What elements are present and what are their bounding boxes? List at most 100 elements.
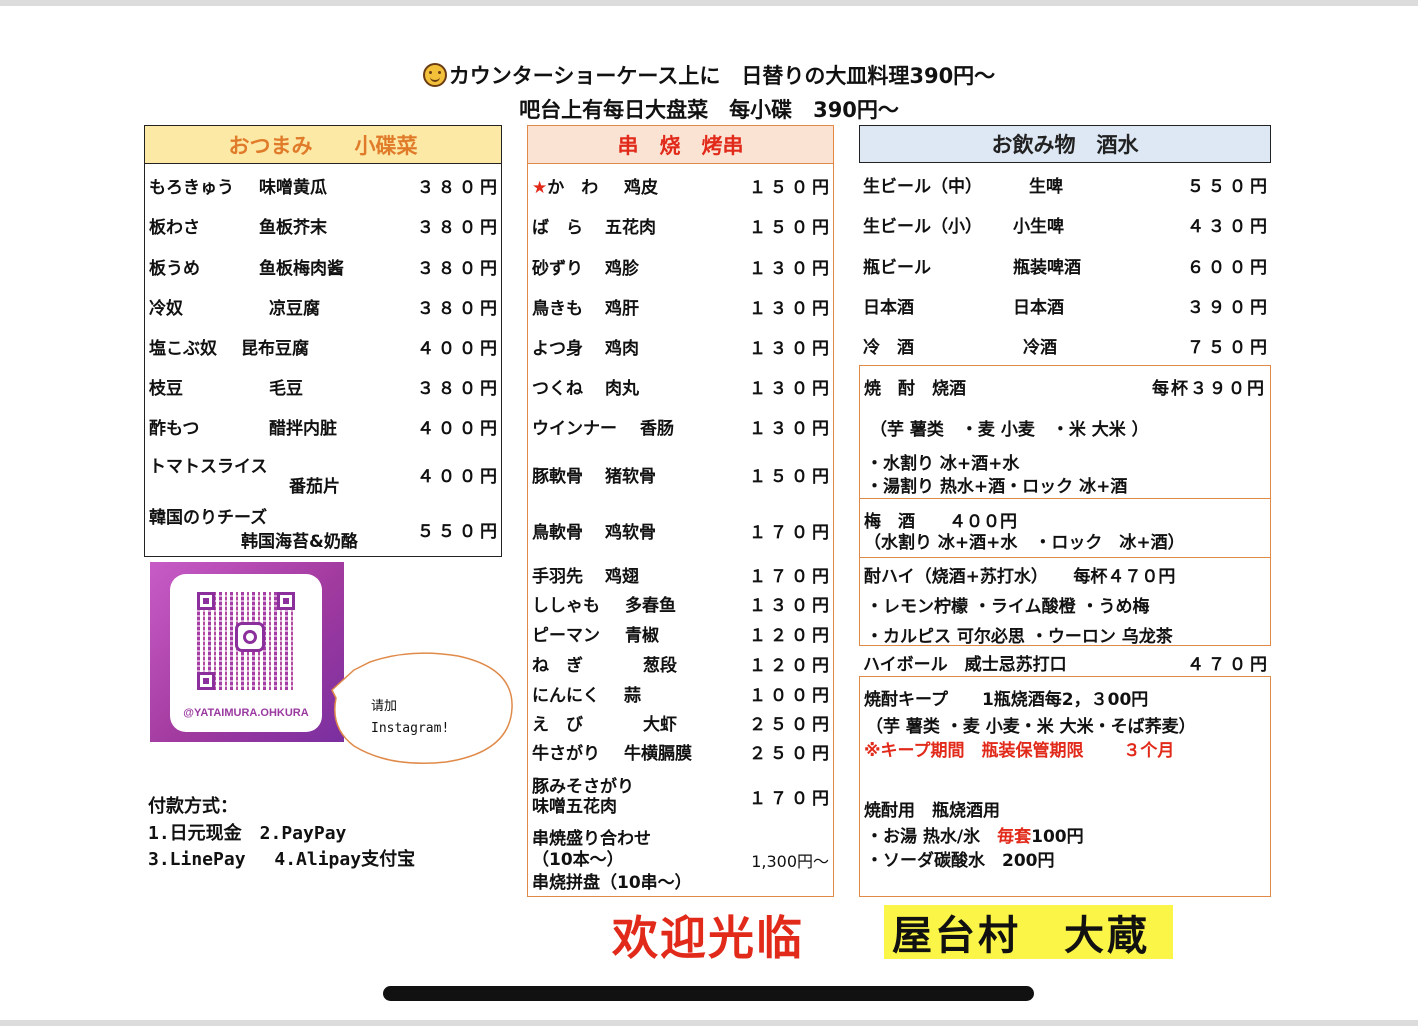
item-jp: 塩こぶ奴 — [149, 339, 217, 359]
bubble-text: 请加 Instagram! — [371, 696, 449, 740]
item-jp: にんにく — [532, 686, 600, 706]
item-cn: 葱段 — [643, 656, 677, 676]
item-cn: 五花肉 — [605, 218, 656, 238]
highball-name: ハイボール 威士忌苏打口 — [863, 655, 1067, 675]
skewers-title: 串 烧 烤串 — [528, 126, 833, 164]
item-jp: 生ビール（小） — [863, 217, 982, 237]
qr-pattern — [197, 592, 295, 690]
item-cn: 猪软骨 — [605, 467, 656, 487]
top-band — [0, 0, 1418, 6]
item-price: ３８０円 — [417, 379, 501, 399]
item-price: １５０円 — [749, 218, 833, 238]
snacks-panel: おつまみ 小碟菜 もろきゅう 味噌黄瓜 ３８０円 板わさ 鱼板芥末 ３８０円 板うめ 鱼板… — [144, 125, 502, 557]
item-cn: 凉豆腐 — [269, 299, 320, 319]
keep-line-1: 焼酎キープ 1瓶烧酒每2，３00円 — [864, 690, 1149, 710]
item-jp: か わ — [547, 178, 599, 198]
item-jp: ピーマン — [532, 626, 600, 646]
item-jp: 砂ずり — [532, 259, 583, 279]
item-jp: 日本酒 — [863, 298, 914, 318]
item-price: １２０円 — [749, 656, 833, 676]
shochu-box: 焼 酎 烧酒 每杯３９０円 （芋 薯类 ・麦 小麦 ・米 大米 ） ・水割り 冰… — [859, 365, 1271, 499]
item-cn: 小生啤 — [1013, 217, 1064, 237]
item-price: ３９０円 — [1187, 298, 1271, 318]
item-price: １３０円 — [749, 339, 833, 359]
drinks-panel: お飲み物 酒水 生ビール（中） 生啤 ５５０円 生ビール（小） 小生啤 ４３０円 瓶ビー… — [859, 125, 1271, 897]
item-cn: 鸡胗 — [605, 259, 639, 279]
item-jp: ば ら — [532, 218, 583, 238]
home-indicator[interactable] — [383, 986, 1034, 1001]
item-cn: 味噌五花肉 — [532, 797, 617, 817]
chuhai-box: 酎ハイ（烧酒+苏打水） 每杯４７０円 ・レモン柠檬 ・ライム酸橙 ・うめ梅 ・カ… — [859, 557, 1271, 647]
shochu-title: 焼 酎 烧酒 — [864, 379, 966, 399]
keep-line-6: ・ソーダ碳酸水 200円 — [866, 851, 1055, 871]
item-price: ３８０円 — [417, 299, 501, 319]
instagram-qr-code[interactable]: @YATAIMURA.OHKURA — [150, 562, 344, 742]
item-cn: 冷酒 — [1023, 338, 1057, 358]
chuhai-line-2: ・レモン柠檬 ・ライム酸橙 ・うめ梅 — [866, 597, 1150, 617]
item-jp: 酢もつ — [149, 419, 200, 439]
item-price: ７５０円 — [1187, 338, 1271, 358]
item-jp: ウインナー — [532, 419, 617, 439]
item-jp: もろきゅう — [149, 178, 234, 198]
item-jp: 板わさ — [149, 218, 200, 238]
keep-period-notice: ※キープ期間 瓶装保管期限 ３个月 — [864, 741, 1175, 761]
keep-box: 焼酎キープ 1瓶烧酒每2，３00円 （芋 薯类 ・麦 小麦・米 大米・そば荞麦）… — [859, 676, 1271, 897]
item-price: ４００円 — [417, 467, 501, 487]
keep-line-5: ・お湯 热水/氷 毎套100円 — [866, 822, 1084, 847]
item-jp: 枝豆 — [149, 379, 183, 399]
item-jp: ししゃも — [532, 596, 600, 616]
platter-count: （10本～） — [532, 850, 624, 870]
item-cn: 昆布豆腐 — [241, 339, 309, 359]
qr-card: @YATAIMURA.OHKURA — [170, 574, 322, 732]
shochu-style-1: ・水割り 冰+酒+水 — [866, 454, 1020, 474]
item-jp: え び — [532, 715, 583, 735]
item-price: ３８０円 — [417, 178, 501, 198]
item-jp: 板うめ — [149, 259, 200, 279]
item-jp: 冷奴 — [149, 299, 183, 319]
item-cn: 醋拌内脏 — [269, 419, 337, 439]
item-jp: 豚軟骨 — [532, 467, 583, 487]
highball-price: ４７０円 — [1187, 655, 1271, 675]
item-jp: 牛さがり — [532, 744, 600, 764]
bottom-band — [0, 1020, 1418, 1026]
chuhai-line-1: 酎ハイ（烧酒+苏打水） 每杯４７０円 — [864, 567, 1176, 587]
item-price: １３０円 — [749, 596, 833, 616]
item-jp: 生ビール（中） — [863, 177, 982, 197]
item-jp: 鳥きも — [532, 299, 583, 319]
item-cn: 鸡肉 — [605, 339, 639, 359]
item-cn: 鸡肝 — [605, 299, 639, 319]
chuhai-line-3: ・カルピス 可尔必思 ・ウーロン 乌龙茶 — [866, 627, 1173, 647]
item-price: １７０円 — [749, 789, 833, 809]
item-cn: 鸡翅 — [605, 567, 639, 587]
item-cn: 味噌黄瓜 — [259, 178, 327, 198]
payment-line-2: 3.LinePay 4.Alipay支付宝 — [148, 849, 416, 870]
item-jp: 手羽先 — [532, 567, 583, 587]
smiley-icon — [422, 63, 447, 87]
item-price: ４００円 — [417, 339, 501, 359]
item-price: １３０円 — [749, 379, 833, 399]
bubble-line-2: Instagram! — [371, 721, 450, 736]
item-price: １２０円 — [749, 626, 833, 646]
drinks-title: お飲み物 酒水 — [859, 125, 1271, 163]
item-cn: 多春鱼 — [625, 596, 676, 616]
snacks-title: おつまみ 小碟菜 — [145, 126, 501, 164]
item-cn: 鱼板芥末 — [259, 218, 327, 238]
item-jp: トマトスライス — [149, 457, 268, 477]
item-price: １３０円 — [749, 299, 833, 319]
keep-line-5a: ・お湯 热水/氷 — [866, 827, 998, 847]
keep-line-5c: 100円 — [1031, 827, 1084, 847]
qr-finder-icon — [197, 592, 215, 610]
skewers-panel: 串 烧 烤串 ★か わ 鸡皮 １５０円 ば ら 五花肉 １５０円 砂ずり 鸡胗 １３０円 鳥… — [527, 125, 834, 897]
item-cn: 鸡皮 — [624, 178, 658, 198]
item-price: ３８０円 — [417, 218, 501, 238]
item-price: １７０円 — [749, 567, 833, 587]
shochu-types: （芋 薯类 ・麦 小麦 ・米 大米 ） — [870, 420, 1149, 440]
item-cn: 肉丸 — [605, 379, 639, 399]
item-cn: 鸡软骨 — [605, 523, 656, 543]
shop-name: 屋台村 大蔵 — [884, 905, 1173, 959]
item-cn: 香肠 — [640, 419, 674, 439]
item-cn: 牛横膈膜 — [624, 744, 692, 764]
keep-line-4: 焼酎用 瓶烧酒用 — [864, 801, 1000, 821]
item-jp: 瓶ビール — [863, 258, 931, 278]
welcome-text: 欢迎光临 — [612, 911, 804, 965]
